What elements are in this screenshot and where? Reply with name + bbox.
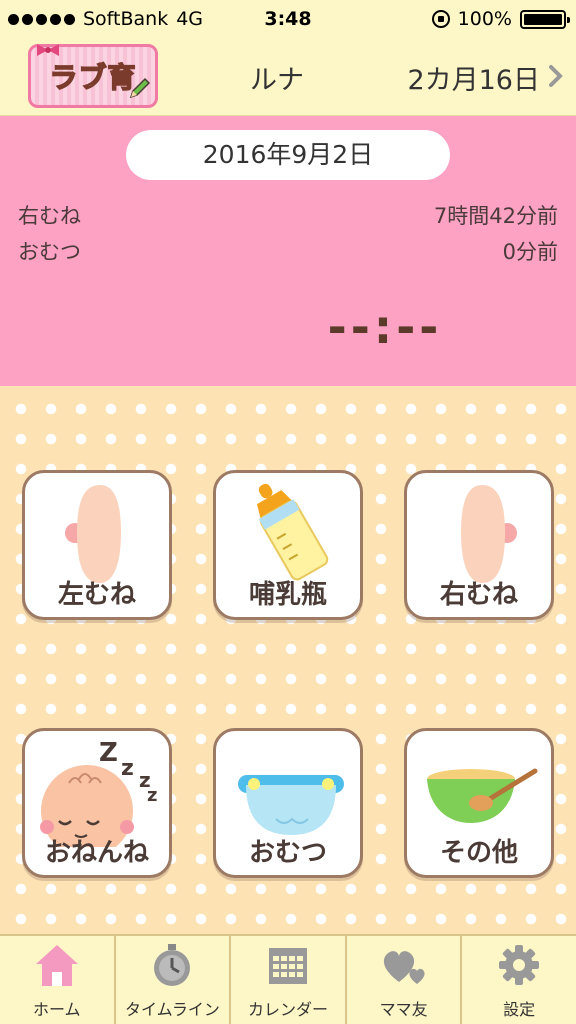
pencil-icon xyxy=(129,77,151,99)
right-breast-icon xyxy=(461,485,517,583)
left-breast-icon xyxy=(65,485,121,583)
elapsed-timer: --:-- xyxy=(327,300,443,354)
home-icon xyxy=(35,945,78,986)
tab-label: カレンダー xyxy=(247,1000,328,1019)
tab-label: タイムライン xyxy=(124,1000,220,1019)
tab-timeline[interactable]: タイムライン xyxy=(116,936,232,1024)
button-label: その他 xyxy=(439,838,518,868)
button-label: 左むね xyxy=(57,580,136,610)
button-label: 右むね xyxy=(439,580,518,610)
chevron-right-icon[interactable] xyxy=(548,64,564,88)
tab-label: ママ友 xyxy=(379,1000,428,1019)
rotation-lock-icon xyxy=(431,10,450,28)
left-breast-button[interactable]: 左むね xyxy=(22,470,172,620)
app-logo[interactable]: ラブ育 xyxy=(28,44,158,108)
logo-text: ラブ育 xyxy=(49,60,137,95)
tab-settings[interactable]: 設定 xyxy=(462,936,576,1024)
app-header: ラブ育 ルナ 2カ月16日 xyxy=(0,40,576,116)
last-event-label: 右むね xyxy=(18,204,81,228)
last-event-value: 0分前 xyxy=(502,240,558,264)
baby-bottle-icon xyxy=(257,483,329,581)
other-button[interactable]: その他 xyxy=(404,728,554,878)
hearts-icon xyxy=(383,951,425,984)
food-bowl-icon xyxy=(427,768,538,823)
baby-bottle-button[interactable]: 哺乳瓶 xyxy=(213,470,363,620)
calendar-icon xyxy=(268,948,307,984)
last-event-label: おむつ xyxy=(18,240,81,264)
ribbon-icon xyxy=(37,44,59,56)
sleep-button[interactable]: Z z z z おねんね xyxy=(22,728,172,878)
right-breast-button[interactable]: 右むね xyxy=(404,470,554,620)
tab-home[interactable]: ホーム xyxy=(0,936,116,1024)
status-bar: SoftBank 4G 3:48 100% xyxy=(0,0,576,40)
battery-percent: 100% xyxy=(457,8,512,30)
button-label: おねんね xyxy=(44,838,149,868)
tab-label: ホーム xyxy=(33,1000,81,1019)
button-label: おむつ xyxy=(248,838,327,868)
svg-text:z: z xyxy=(121,756,134,781)
last-event-value: 7時間42分前 xyxy=(433,204,558,228)
tab-label: 設定 xyxy=(503,1000,536,1019)
last-event-row: おむつ 0分前 xyxy=(18,236,558,266)
diaper-button[interactable]: おむつ xyxy=(213,728,363,878)
gear-icon xyxy=(499,945,540,985)
sleeping-baby-icon: Z z z z xyxy=(40,738,157,847)
baby-name[interactable]: ルナ xyxy=(250,58,304,97)
button-label: 哺乳瓶 xyxy=(248,580,327,610)
current-date[interactable]: 2016年9月2日 xyxy=(126,130,450,180)
tab-bar: ホーム タイムライン カレンダー ママ友 設定 xyxy=(0,934,576,1024)
svg-text:z: z xyxy=(147,785,157,806)
battery-icon xyxy=(520,9,570,29)
last-event-row: 右むね 7時間42分前 xyxy=(18,200,558,230)
tab-mama-friends[interactable]: ママ友 xyxy=(347,936,463,1024)
tab-calendar[interactable]: カレンダー xyxy=(231,936,347,1024)
svg-text:Z: Z xyxy=(99,738,118,768)
diaper-icon xyxy=(238,775,344,835)
baby-age[interactable]: 2カ月16日 xyxy=(407,58,540,97)
stopwatch-icon xyxy=(154,944,191,986)
